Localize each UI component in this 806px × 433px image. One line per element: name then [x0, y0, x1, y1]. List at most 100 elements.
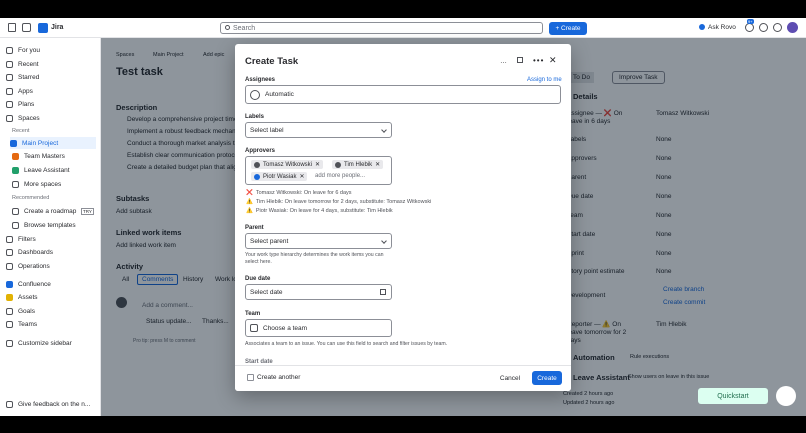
search-placeholder: Search — [233, 25, 256, 32]
chevron-down-icon — [381, 238, 387, 244]
bell-icon[interactable] — [745, 23, 754, 32]
remove-icon[interactable]: ✕ — [375, 161, 380, 168]
recent-heading: Recent — [12, 128, 30, 134]
warning-icon: ⚠️ — [246, 208, 253, 214]
avatar[interactable] — [787, 22, 798, 33]
sidebar-item-teams[interactable]: Teams — [6, 318, 96, 330]
rovo-icon — [699, 24, 705, 30]
template-icon — [12, 221, 19, 229]
feedback-link[interactable]: Give feedback on the n... — [6, 398, 100, 410]
sidebar-item-apps[interactable]: Apps — [6, 85, 96, 97]
search-input[interactable]: Search — [220, 22, 543, 34]
more-options-icon[interactable]: ••• — [533, 56, 544, 65]
search-icon — [225, 25, 230, 30]
team-select[interactable]: Choose a team — [245, 319, 392, 337]
due-date-label: Due date — [245, 276, 271, 282]
dashboard-icon — [6, 248, 13, 256]
quickstart-button[interactable]: Quickstart — [698, 388, 768, 404]
more-icon — [12, 180, 19, 188]
ask-rovo-button[interactable]: Ask Rovo — [708, 24, 736, 31]
sidebar-item-recent[interactable]: Recent — [6, 58, 96, 70]
settings-gear-icon[interactable] — [773, 23, 782, 32]
approver-chip[interactable]: Tomasz Witkowski ✕ — [251, 160, 324, 169]
sidebar-item-leave-assistant[interactable]: Leave Assistant — [12, 164, 102, 176]
error-icon: ❌ — [246, 190, 253, 196]
spaces-icon — [6, 114, 13, 122]
sidebar-item-goals[interactable]: Goals — [6, 305, 96, 317]
team-label: Team — [245, 311, 261, 317]
assignee-field[interactable]: Automatic — [245, 85, 561, 104]
approvers-field[interactable]: Tomasz Witkowski ✕ Tim Hlebik ✕ Piotr Wasi… — [245, 156, 392, 185]
roadmap-icon — [12, 207, 19, 215]
team-help: Associates a team to an issue. You can u… — [245, 341, 448, 347]
chat-icon[interactable] — [776, 386, 796, 406]
app-name[interactable]: Jira — [51, 24, 63, 31]
operations-icon — [6, 262, 13, 270]
project-icon — [10, 139, 17, 147]
leave-warning: ⚠️ Tim Hlebik: On leave tomorrow for 2 da… — [246, 199, 432, 205]
sidebar-item-more-spaces[interactable]: More spaces — [12, 178, 102, 190]
create-another-checkbox[interactable] — [247, 374, 254, 381]
sidebar-item-for-you[interactable]: For you — [6, 44, 96, 56]
parent-label: Parent — [245, 225, 264, 231]
cancel-button[interactable]: Cancel — [494, 371, 526, 385]
sidebar-item-main-project[interactable]: Main Project — [10, 137, 96, 149]
due-date-picker[interactable]: Select date — [245, 284, 392, 300]
recommended-heading: Recommended — [12, 195, 50, 201]
labels-select[interactable]: Select label — [245, 122, 392, 138]
sidebar-toggle-icon[interactable] — [8, 23, 16, 32]
create-submit-button[interactable]: Create — [532, 371, 562, 385]
approvers-label: Approvers — [245, 148, 276, 154]
assignees-label: Assignees — [245, 77, 276, 83]
warning-icon: ⚠️ — [246, 199, 253, 205]
sidebar-item-dashboards[interactable]: Dashboards — [6, 246, 96, 258]
plans-icon — [6, 100, 13, 108]
sidebar-item-spaces[interactable]: Spaces — [6, 112, 96, 124]
create-button[interactable]: + Create — [549, 22, 587, 35]
approver-chip[interactable]: Piotr Wasiak ✕ — [251, 172, 308, 181]
parent-select[interactable]: Select parent — [245, 233, 392, 249]
avatar — [254, 161, 260, 168]
sidebar-item-starred[interactable]: Starred — [6, 71, 96, 83]
sidebar-item-plans[interactable]: Plans — [6, 98, 96, 110]
top-bar: Jira Search + Create Ask Rovo 9+ — [0, 18, 806, 38]
megaphone-icon — [6, 400, 13, 408]
sidebar-item-confluence[interactable]: Confluence — [6, 278, 96, 290]
clock-icon — [6, 60, 13, 68]
user-icon — [250, 89, 260, 100]
star-icon — [6, 73, 13, 81]
team-icon — [250, 324, 258, 332]
customize-icon — [6, 339, 13, 347]
sidebar-item-browse-templates[interactable]: Browse templates — [12, 219, 102, 231]
sidebar-item-filters[interactable]: Filters — [6, 233, 96, 245]
calendar-icon — [380, 289, 386, 295]
sidebar: For you Recent Starred Apps Plans Spaces… — [0, 38, 101, 416]
project-icon — [12, 166, 19, 174]
add-approver-input[interactable]: add more people... — [315, 173, 365, 179]
confluence-icon — [6, 280, 13, 288]
sidebar-item-assets[interactable]: Assets — [6, 291, 96, 303]
avatar — [254, 173, 260, 180]
modal-footer: Create another Cancel Create — [235, 365, 571, 391]
remove-icon[interactable]: ✕ — [299, 173, 304, 180]
help-icon[interactable] — [759, 23, 768, 32]
approver-chip[interactable]: Tim Hlebik ✕ — [332, 160, 384, 169]
sidebar-item-team-masters[interactable]: Team Masters — [12, 150, 102, 162]
sidebar-item-operations[interactable]: Operations — [6, 260, 96, 272]
person-icon — [6, 46, 13, 54]
leave-warning: ❌ Tomasz Witkowski: On leave for 6 days — [246, 190, 352, 196]
create-another-label: Create another — [257, 374, 301, 381]
close-icon[interactable]: ✕ — [549, 55, 557, 66]
sidebar-item-customize[interactable]: Customize sidebar — [6, 337, 96, 349]
expand-icon[interactable] — [517, 57, 523, 63]
notification-badge: 9+ — [747, 19, 754, 24]
remove-icon[interactable]: ✕ — [315, 161, 320, 168]
leave-warning: ⚠️ Piotr Wasiak: On leave for 4 days, sub… — [246, 208, 393, 214]
project-icon — [12, 152, 19, 160]
minimize-icon[interactable]: … — [500, 58, 507, 65]
app-switcher-icon[interactable] — [22, 23, 31, 32]
assign-to-me-link[interactable]: Assign to me — [527, 77, 562, 83]
labels-label: Labels — [245, 114, 265, 120]
try-badge: TRY — [81, 208, 94, 215]
filter-icon — [6, 235, 13, 243]
